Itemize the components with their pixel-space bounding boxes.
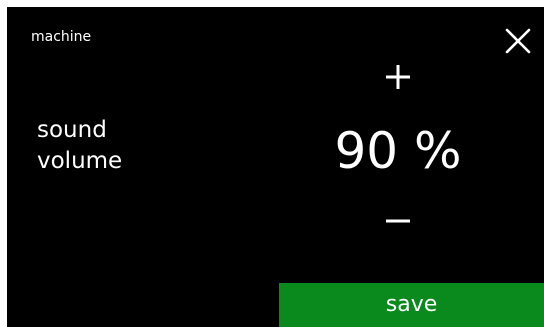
close-icon [505,28,531,54]
settings-screen: machine sound volume 90 % save [7,7,544,327]
close-button[interactable] [501,24,535,58]
setting-value: 90 % [334,122,462,180]
increase-button[interactable] [380,59,416,95]
save-button[interactable]: save [279,283,544,327]
decrease-button[interactable] [380,203,416,239]
plus-icon [386,65,410,89]
minus-icon [386,219,410,223]
setting-label: sound volume [37,117,123,174]
screen-title: machine [31,29,92,45]
